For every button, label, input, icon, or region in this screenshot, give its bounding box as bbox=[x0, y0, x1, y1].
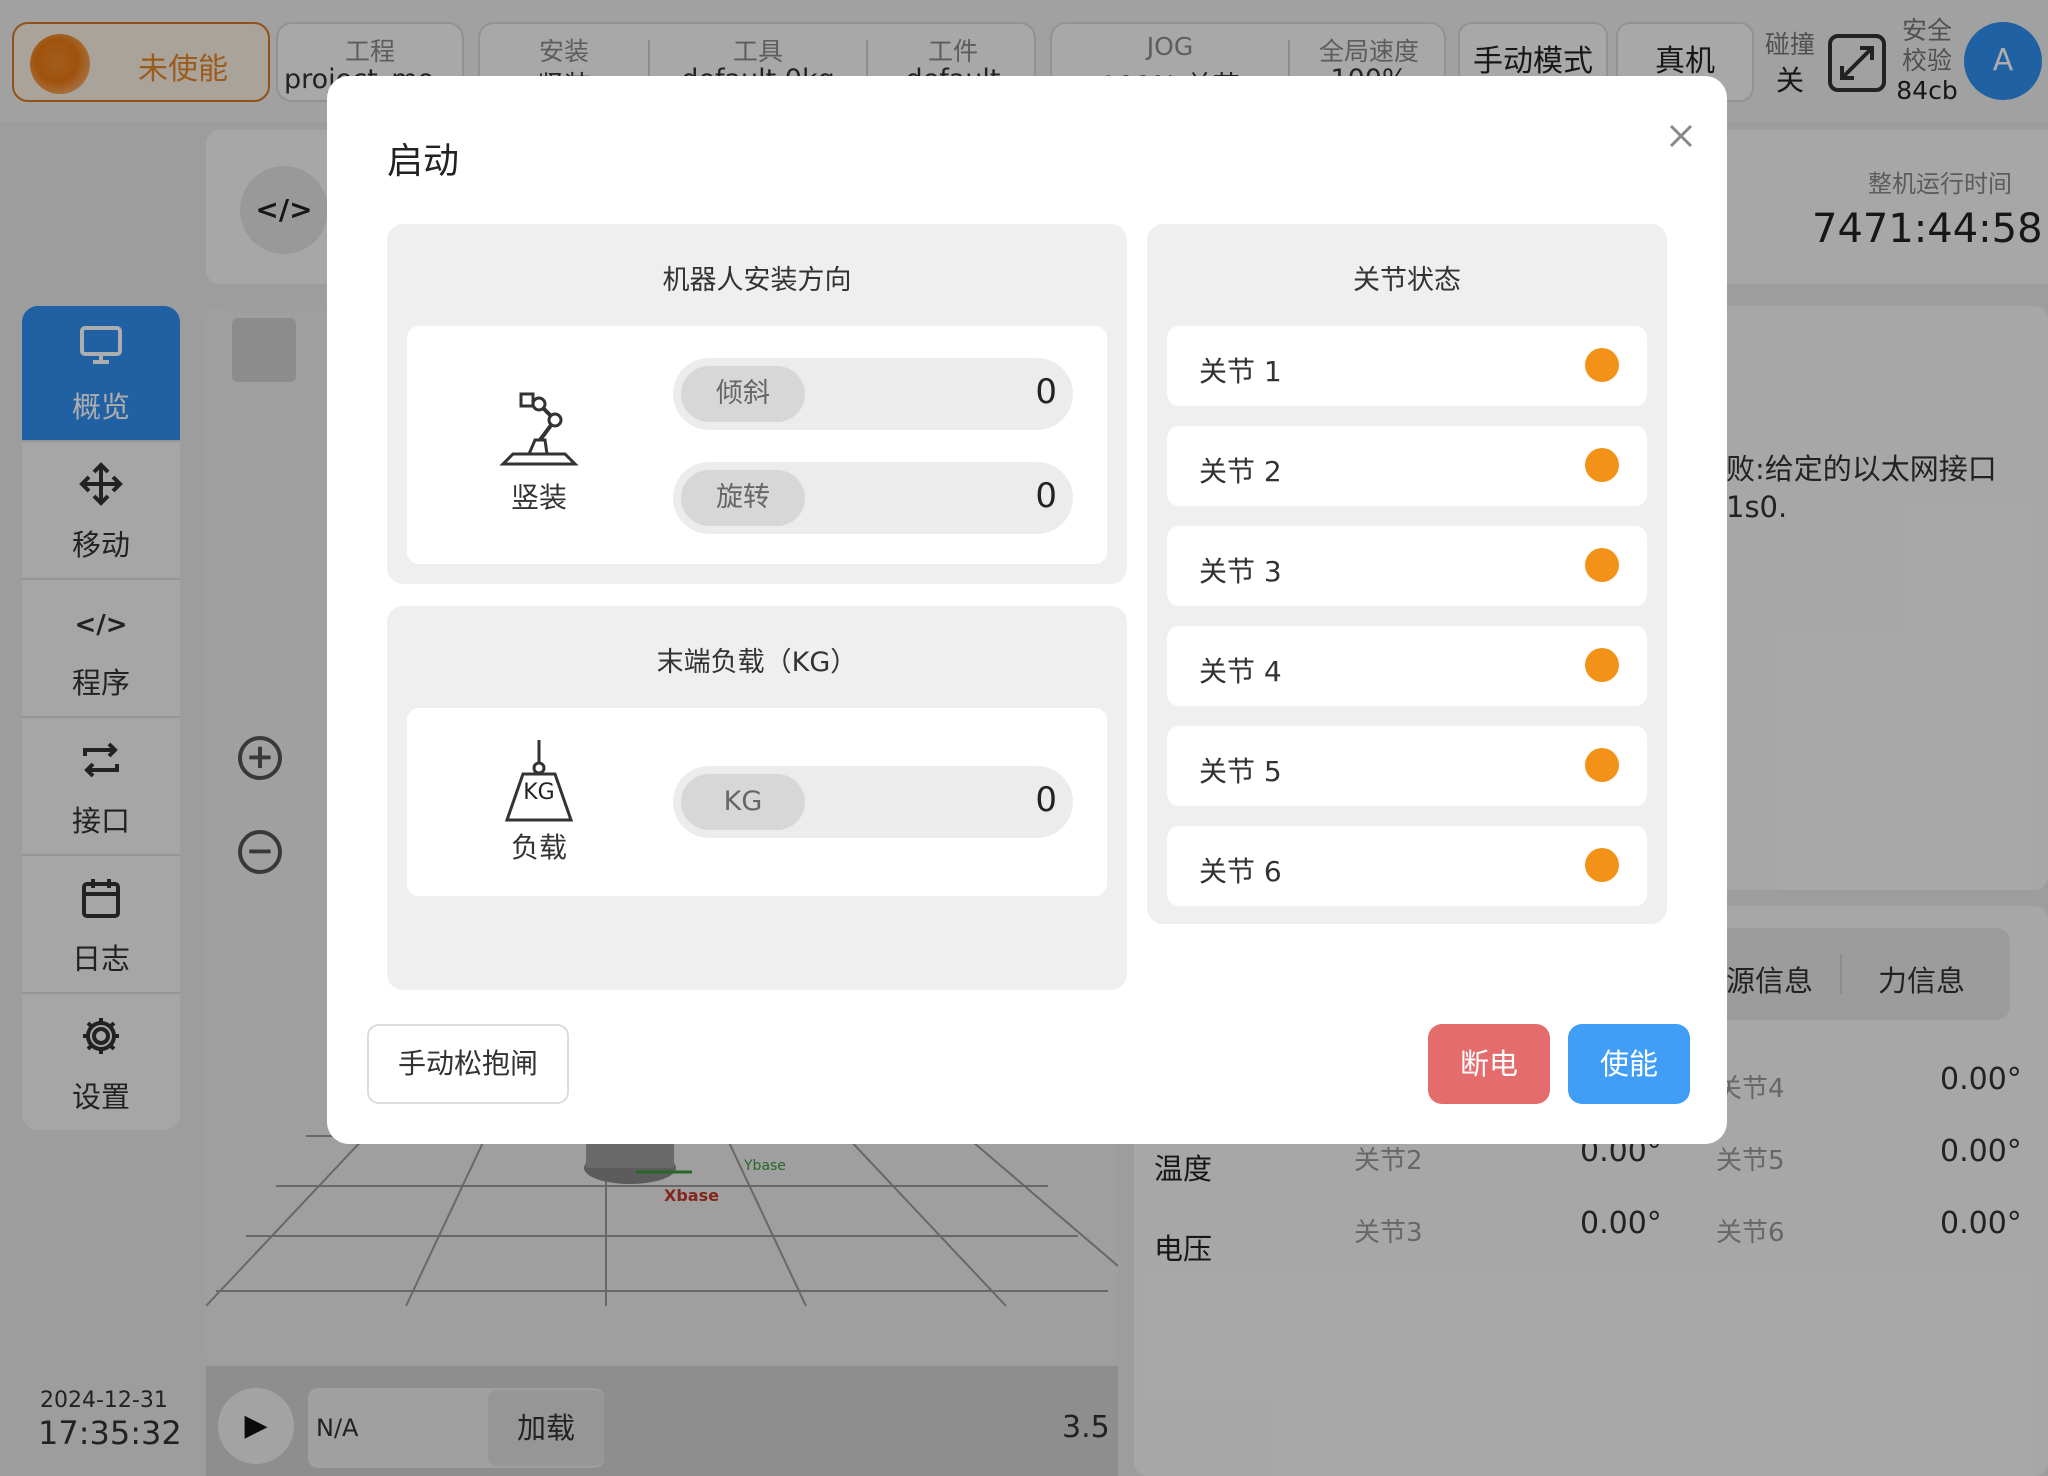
joint-name: 关节 5 bbox=[1199, 755, 1282, 788]
joint-name: 关节 2 bbox=[1199, 455, 1282, 488]
mount-direction-section: 机器人安装方向 竖装 倾斜 0 旋转 0 bbox=[387, 224, 1127, 584]
rotate-field[interactable]: 旋转 0 bbox=[673, 462, 1073, 534]
payload-value: 0 bbox=[1035, 780, 1057, 820]
payload-field[interactable]: KG 0 bbox=[673, 766, 1073, 838]
joint-status-dot bbox=[1585, 548, 1619, 582]
joint-status-section: 关节状态 关节 1 关节 2 关节 3 关节 4 关节 5 关节 6 bbox=[1147, 224, 1667, 924]
power-off-button[interactable]: 断电 bbox=[1428, 1024, 1550, 1104]
rotate-value: 0 bbox=[1035, 476, 1057, 516]
weight-icon-text: KG bbox=[523, 780, 555, 805]
enable-button[interactable]: 使能 bbox=[1568, 1024, 1690, 1104]
payload-card: KG 负载 KG 0 bbox=[407, 708, 1107, 896]
joint-section-title: 关节状态 bbox=[1353, 265, 1461, 296]
joint-status-row: 关节 2 bbox=[1167, 426, 1647, 506]
joint-name: 关节 3 bbox=[1199, 555, 1282, 588]
joint-status-row: 关节 5 bbox=[1167, 726, 1647, 806]
mount-section-title: 机器人安装方向 bbox=[662, 265, 852, 296]
joint-status-row: 关节 6 bbox=[1167, 826, 1647, 906]
rotate-label: 旋转 bbox=[681, 470, 805, 526]
joint-status-dot bbox=[1585, 348, 1619, 382]
mount-card: 竖装 倾斜 0 旋转 0 bbox=[407, 326, 1107, 564]
joint-status-dot bbox=[1585, 448, 1619, 482]
robot-arm-icon bbox=[499, 390, 579, 470]
tilt-label: 倾斜 bbox=[681, 366, 805, 422]
joint-status-row: 关节 1 bbox=[1167, 326, 1647, 406]
joint-status-dot bbox=[1585, 848, 1619, 882]
close-icon[interactable] bbox=[1661, 116, 1701, 156]
joint-name: 关节 6 bbox=[1199, 855, 1282, 888]
payload-unit: KG bbox=[681, 774, 805, 830]
startup-dialog: 启动 机器人安装方向 竖装 倾斜 0 旋转 0 末端负载（KG） KG 负载 K… bbox=[327, 76, 1727, 1144]
tilt-field[interactable]: 倾斜 0 bbox=[673, 358, 1073, 430]
weight-icon: KG bbox=[501, 738, 577, 822]
joint-name: 关节 4 bbox=[1199, 655, 1282, 688]
tilt-value: 0 bbox=[1035, 372, 1057, 412]
joint-name: 关节 1 bbox=[1199, 355, 1282, 388]
mount-type-label: 竖装 bbox=[510, 481, 567, 514]
payload-label: 负载 bbox=[510, 831, 567, 864]
release-brake-button[interactable]: 手动松抱闸 bbox=[367, 1024, 569, 1104]
joint-status-row: 关节 4 bbox=[1167, 626, 1647, 706]
dialog-title: 启动 bbox=[387, 141, 460, 182]
payload-section-title: 末端负载（KG） bbox=[656, 647, 858, 678]
joint-status-row: 关节 3 bbox=[1167, 526, 1647, 606]
joint-status-dot bbox=[1585, 748, 1619, 782]
joint-status-dot bbox=[1585, 648, 1619, 682]
payload-section: 末端负载（KG） KG 负载 KG 0 bbox=[387, 606, 1127, 990]
